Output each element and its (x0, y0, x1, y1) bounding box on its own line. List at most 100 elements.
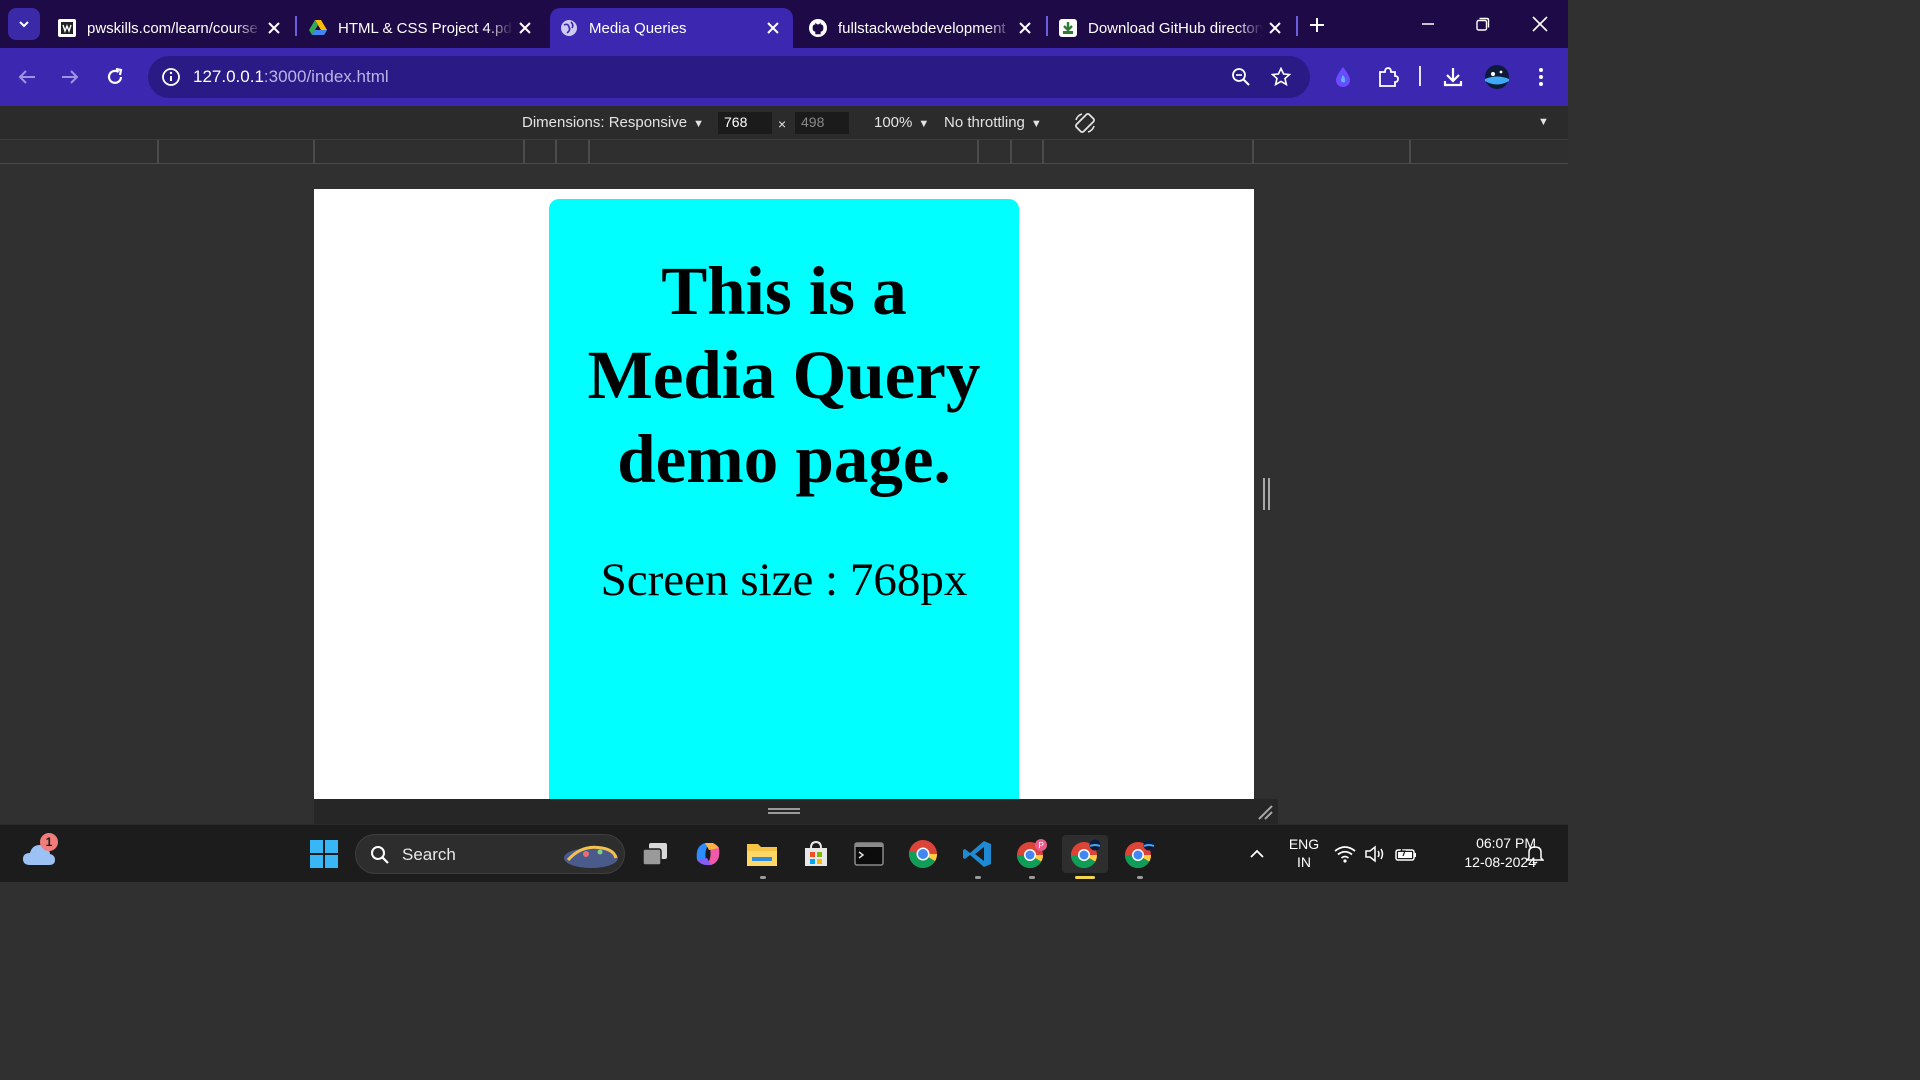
search-highlight-icon (564, 845, 618, 868)
more-vertical-icon (1539, 68, 1543, 86)
tab-github-repo[interactable]: fullstackwebdevelopment (799, 8, 1045, 48)
forward-button[interactable] (56, 63, 84, 91)
arrow-right-icon (62, 70, 79, 84)
tab-pwskills[interactable]: pwskills.com/learn/course (48, 8, 294, 48)
restore-icon (1476, 17, 1490, 31)
device-toolbar: Dimensions: Responsive ▼ 768 × 498 100% ▼ … (0, 106, 1568, 140)
active-indicator (1075, 876, 1095, 879)
ruler-divider (313, 140, 315, 164)
screen-size-text: Screen size : 768px (600, 554, 968, 606)
google-drive-icon (309, 19, 327, 37)
profile-button[interactable] (1483, 63, 1511, 91)
ruler-divider (1010, 140, 1012, 164)
notifications-button[interactable] (1516, 835, 1554, 873)
close-icon[interactable] (761, 16, 785, 40)
resize-handle-bottom[interactable] (768, 808, 800, 814)
height-input[interactable]: 498 (795, 112, 849, 134)
chrome-profile-p-button[interactable]: P (1012, 835, 1050, 873)
tab-search-button[interactable] (8, 8, 40, 40)
media-query-ruler[interactable] (0, 140, 1568, 164)
task-view-button[interactable] (636, 835, 674, 873)
menu-button[interactable] (1527, 63, 1555, 91)
chrome-active-button[interactable] (1062, 835, 1108, 873)
windows-logo-icon (310, 840, 338, 868)
ruler-divider (1409, 140, 1411, 164)
chrome-profile-button[interactable] (1120, 835, 1158, 873)
ruler-divider (555, 140, 557, 164)
tab-strip: pwskills.com/learn/course HTML & CSS Pro… (0, 0, 1568, 48)
zoom-icon[interactable] (1228, 64, 1254, 90)
throttling-label: No throttling (944, 114, 1025, 131)
close-icon[interactable] (262, 16, 286, 40)
plus-icon (1310, 18, 1324, 32)
language-indicator[interactable]: ENG IN (1284, 836, 1324, 870)
extension-button[interactable] (1329, 63, 1357, 91)
tab-html-css-project[interactable]: HTML & CSS Project 4.pdf (299, 8, 545, 48)
throttling-dropdown[interactable]: No throttling ▼ (944, 114, 1042, 131)
restore-button[interactable] (1469, 10, 1497, 38)
download-directory-icon (1059, 19, 1077, 37)
ruler-divider (977, 140, 979, 164)
vscode-button[interactable] (958, 835, 996, 873)
tab-media-queries[interactable]: Media Queries (550, 8, 793, 48)
tab-download-github-directory[interactable]: Download GitHub directory (1049, 8, 1295, 48)
vscode-icon (963, 841, 991, 867)
chrome-icon (1070, 839, 1101, 869)
site-info-icon[interactable] (158, 64, 184, 90)
resize-handle-right[interactable] (1263, 478, 1270, 510)
region-code: IN (1297, 854, 1311, 870)
store-button[interactable] (797, 835, 835, 873)
minimize-icon (1422, 23, 1434, 25)
back-button[interactable] (13, 63, 41, 91)
reload-button[interactable] (101, 63, 129, 91)
dimensions-dropdown[interactable]: Dimensions: Responsive ▼ (522, 114, 704, 131)
zoom-label: 100% (874, 114, 913, 131)
bell-icon (1526, 846, 1544, 864)
browser-toolbar: 127.0.0.1:3000/index.html (0, 48, 1568, 106)
close-icon[interactable] (1013, 16, 1037, 40)
tab-title: Media Queries (589, 19, 687, 37)
zoom-dropdown[interactable]: 100% ▼ (874, 114, 929, 131)
running-indicator (1137, 876, 1143, 879)
url-text[interactable]: 127.0.0.1:3000/index.html (193, 67, 389, 87)
battery-icon (1395, 845, 1416, 861)
downloads-button[interactable] (1439, 63, 1467, 91)
chrome-icon (1124, 839, 1155, 869)
address-bar[interactable]: 127.0.0.1:3000/index.html (148, 56, 1310, 98)
chrome-button[interactable] (904, 835, 942, 873)
running-indicator (760, 876, 766, 879)
url-path: :3000/index.html (263, 67, 389, 86)
width-input[interactable]: 768 (718, 112, 772, 134)
terminal-button[interactable] (850, 835, 888, 873)
taskbar-search[interactable]: Search (355, 834, 625, 874)
task-view-icon (642, 843, 667, 866)
tab-title: fullstackwebdevelopment (838, 19, 1006, 37)
chevron-down-icon (19, 21, 29, 28)
more-options-caret[interactable]: ▼ (1538, 116, 1549, 128)
rotate-button[interactable] (1073, 111, 1097, 139)
ruler-divider (523, 140, 525, 164)
copilot-button[interactable] (689, 835, 727, 873)
ruler-divider (588, 140, 590, 164)
url-host: 127.0.0.1 (193, 67, 264, 86)
wifi-icon (1334, 846, 1356, 863)
page-heading: This is a Media Query demo page. (587, 253, 981, 497)
media-query-card: This is a Media Query demo page. Screen … (549, 199, 1019, 799)
show-hidden-icons-button[interactable] (1238, 835, 1276, 873)
close-icon[interactable] (1263, 16, 1287, 40)
caret-down-icon: ▼ (1030, 118, 1042, 130)
resize-corner-icon[interactable] (1256, 803, 1274, 821)
close-icon[interactable] (513, 16, 537, 40)
github-icon (809, 19, 827, 37)
quick-settings-button[interactable] (1331, 835, 1421, 873)
bookmark-star-icon[interactable] (1268, 64, 1294, 90)
extensions-button[interactable] (1374, 63, 1402, 91)
tab-title: Download GitHub directory (1088, 19, 1263, 37)
file-explorer-button[interactable] (743, 835, 781, 873)
start-button[interactable] (305, 835, 343, 873)
caret-down-icon: ▼ (918, 118, 930, 130)
reload-icon (107, 67, 123, 84)
minimize-button[interactable] (1414, 10, 1442, 38)
close-window-button[interactable] (1526, 10, 1554, 38)
new-tab-button[interactable] (1304, 12, 1330, 38)
